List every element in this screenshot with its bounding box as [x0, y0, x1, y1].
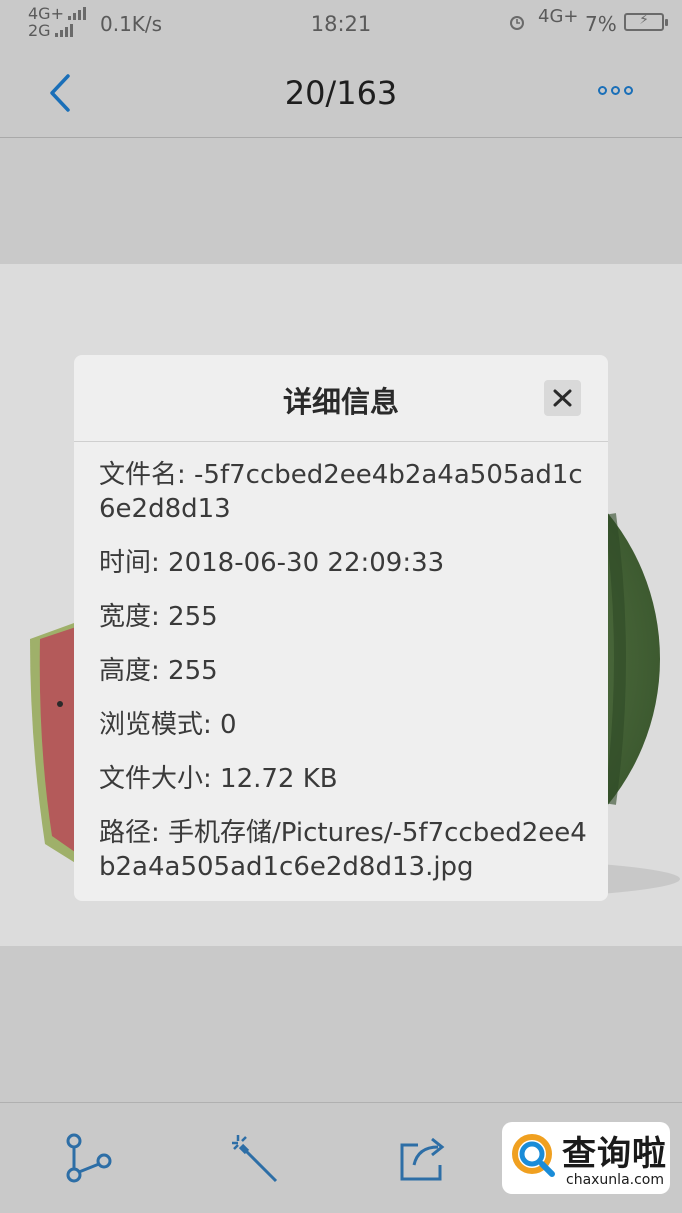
detail-filename: 文件名: -5f7ccbed2ee4b2a4a505ad1c6e2d8d13: [99, 458, 589, 526]
dialog-divider: [74, 441, 608, 442]
network-type-right: 4G+: [538, 6, 579, 27]
detail-value: 2018-06-30 22:09:33: [168, 548, 445, 578]
detail-label: 文件名:: [99, 460, 195, 490]
detail-path: 路径: 手机存储/Pictures/-5f7ccbed2ee4b2a4a505a…: [99, 816, 589, 884]
detail-label: 文件大小:: [99, 764, 221, 794]
detail-time: 时间: 2018-06-30 22:09:33: [99, 546, 589, 580]
details-dialog: 详细信息 文件名: -5f7ccbed2ee4b2a4a505ad1c6e2d8…: [74, 355, 608, 901]
detail-height: 高度: 255: [99, 654, 589, 688]
details-list: 文件名: -5f7ccbed2ee4b2a4a505ad1c6e2d8d13 时…: [99, 458, 589, 904]
magic-wand-icon[interactable]: [228, 1131, 282, 1185]
export-icon[interactable]: [396, 1131, 450, 1185]
more-icon[interactable]: [598, 86, 633, 95]
detail-label: 浏览模式:: [99, 710, 221, 740]
detail-label: 宽度:: [99, 602, 169, 632]
detail-file-size: 文件大小: 12.72 KB: [99, 762, 589, 796]
share-branch-icon[interactable]: [60, 1131, 114, 1185]
watermark-badge: 查询啦 chaxunla.com: [502, 1122, 670, 1194]
detail-value: 0: [220, 710, 237, 740]
status-bar: 4G+ 2G 0.1K/s 18:21 4G+ 7% ⚡: [0, 0, 682, 50]
detail-label: 高度:: [99, 656, 169, 686]
watermark-text-cn: 查询啦: [562, 1134, 667, 1174]
close-icon: [553, 389, 572, 407]
close-button[interactable]: [544, 380, 581, 416]
detail-value: 12.72 KB: [220, 764, 338, 794]
detail-view-mode: 浏览模式: 0: [99, 708, 589, 742]
detail-value: 255: [168, 602, 218, 632]
app-header: 20/163: [0, 50, 682, 138]
detail-value: 手机存储/Pictures/-5f7ccbed2ee4b2a4a505ad1c6…: [99, 818, 587, 882]
detail-value: 255: [168, 656, 218, 686]
chaxunla-logo-icon: [512, 1134, 555, 1177]
watermark-text-en: chaxunla.com: [566, 1172, 664, 1188]
battery-percent: 7%: [585, 12, 617, 36]
image-counter: 20/163: [284, 74, 398, 112]
detail-label: 路径:: [99, 818, 169, 848]
detail-label: 时间:: [99, 548, 169, 578]
detail-width: 宽度: 255: [99, 600, 589, 634]
dialog-title: 详细信息: [282, 385, 399, 419]
alarm-icon: [510, 16, 524, 30]
battery-charging-icon: ⚡: [624, 12, 668, 31]
clock: 18:21: [310, 12, 372, 36]
